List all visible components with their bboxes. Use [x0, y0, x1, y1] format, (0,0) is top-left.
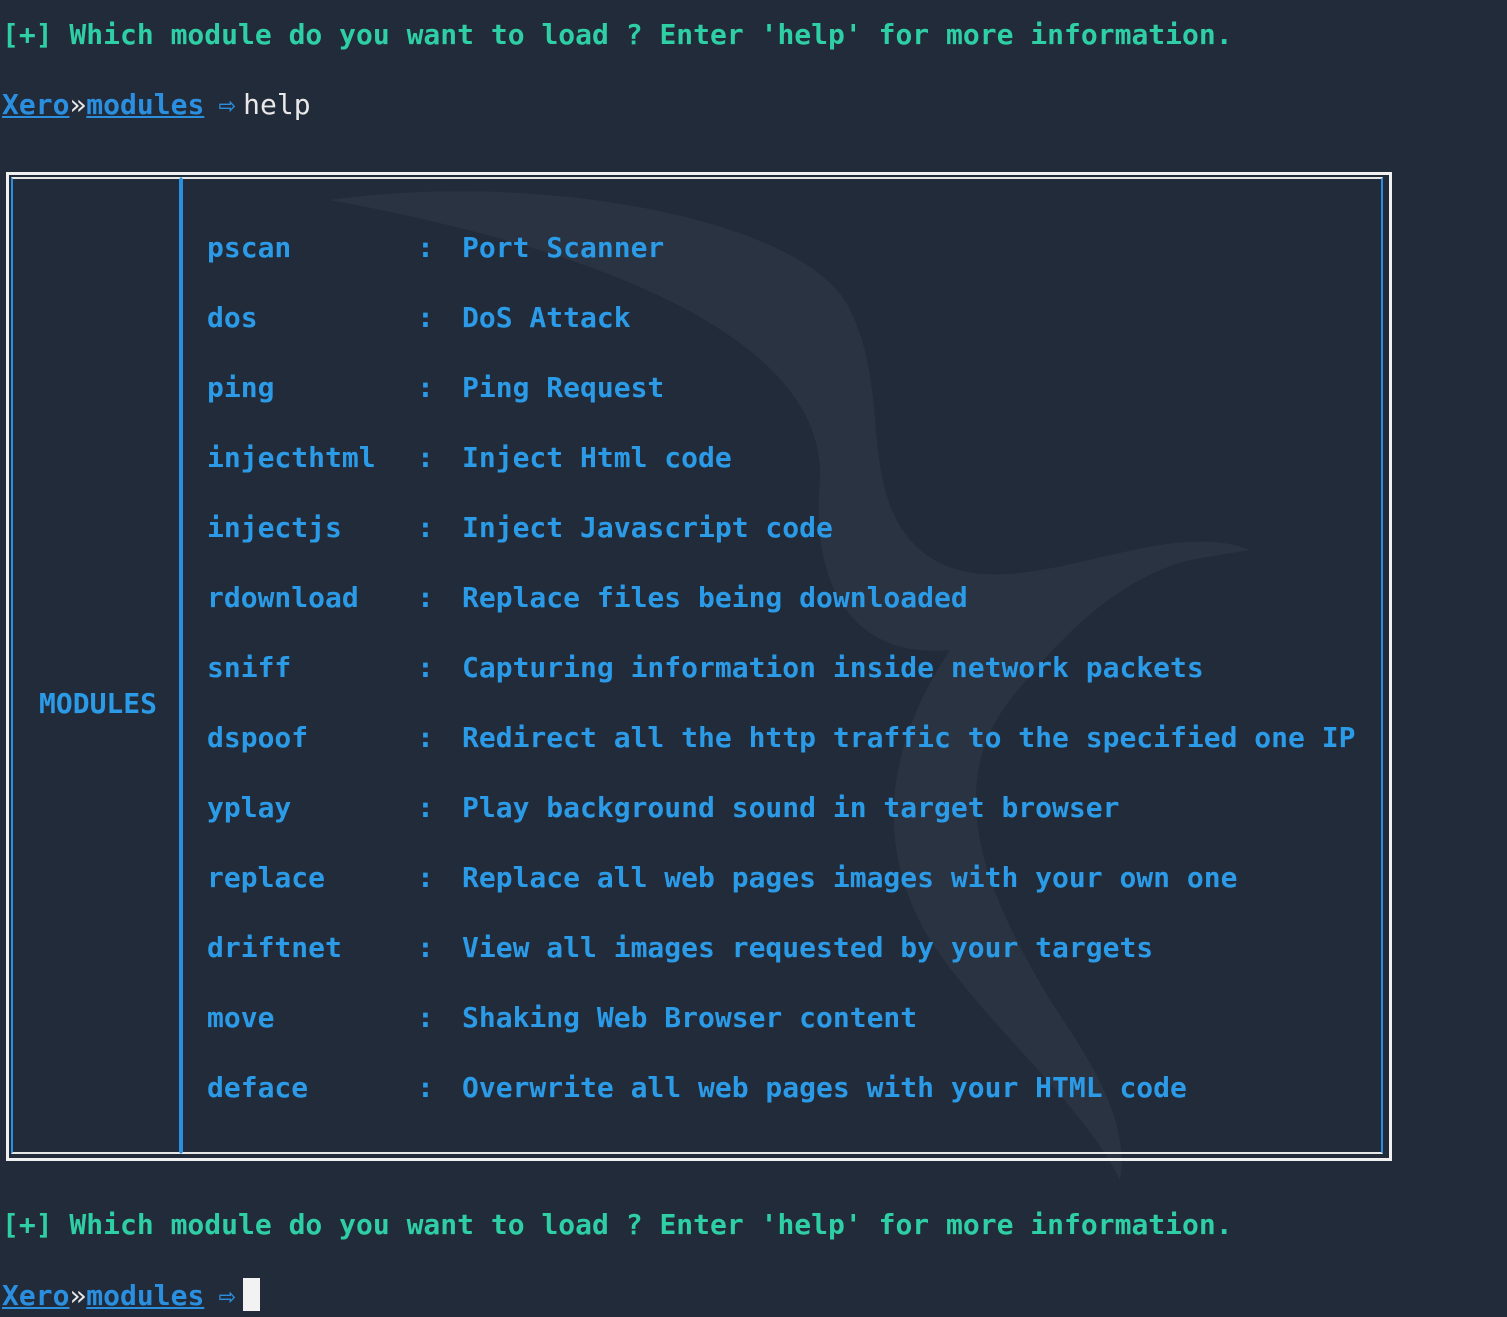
- module-name: ping: [207, 371, 275, 404]
- prompt-path: modules: [86, 88, 205, 121]
- module-name: driftnet: [207, 931, 342, 964]
- module-description: Inject Javascript code: [462, 511, 833, 544]
- module-separator: :: [417, 371, 434, 404]
- module-name: deface: [207, 1071, 309, 1104]
- module-description: Replace all web pages images with your o…: [462, 861, 1238, 894]
- terminal-cursor[interactable]: [243, 1278, 261, 1311]
- module-description: Replace files being downloaded: [462, 581, 968, 614]
- module-separator: :: [417, 651, 434, 684]
- module-name: dspoof: [207, 721, 309, 754]
- prompt-line-2[interactable]: Xero»modules ⇨: [2, 1278, 261, 1313]
- module-separator: :: [417, 791, 434, 824]
- module-separator: :: [417, 581, 434, 614]
- module-name: sniff: [207, 651, 292, 684]
- module-separator: :: [417, 721, 434, 754]
- modules-side-panel: MODULES: [11, 177, 181, 1154]
- module-name: replace: [207, 861, 326, 894]
- prompt-arrow-icon: ⇨: [218, 88, 236, 121]
- module-description: Redirect all the http traffic to the spe…: [462, 721, 1356, 754]
- module-separator: :: [417, 301, 434, 334]
- module-separator: :: [417, 931, 434, 964]
- command-text: help: [243, 88, 311, 121]
- module-separator: :: [417, 1001, 434, 1034]
- info-message-1: [+] Which module do you want to load ? E…: [2, 18, 1233, 51]
- module-separator: :: [417, 1071, 434, 1104]
- prompt-separator: »: [69, 1279, 87, 1312]
- module-name: move: [207, 1001, 275, 1034]
- module-separator: :: [417, 511, 434, 544]
- module-description: Overwrite all web pages with your HTML c…: [462, 1071, 1187, 1104]
- module-name: pscan: [207, 231, 292, 264]
- prompt-host: Xero: [2, 88, 70, 121]
- module-separator: :: [417, 441, 434, 474]
- prompt-host: Xero: [2, 1279, 70, 1312]
- prompt-arrow-icon: ⇨: [218, 1279, 236, 1312]
- module-description: Port Scanner: [462, 231, 665, 264]
- module-name: injectjs: [207, 511, 342, 544]
- terminal-window[interactable]: [+] Which module do you want to load ? E…: [0, 0, 1507, 1317]
- module-description: Play background sound in target browser: [462, 791, 1120, 824]
- prompt-separator: »: [69, 88, 87, 121]
- module-name: rdownload: [207, 581, 359, 614]
- module-description: Ping Request: [462, 371, 665, 404]
- modules-list-panel: pscan: Port Scanner dos: DoS Attack ping: Pin…: [181, 177, 1383, 1154]
- module-description: Inject Html code: [462, 441, 732, 474]
- prompt-path: modules: [86, 1279, 205, 1312]
- module-description: Shaking Web Browser content: [462, 1001, 918, 1034]
- prompt-line-1: Xero»modules ⇨ help: [2, 88, 311, 122]
- module-name: dos: [207, 301, 258, 334]
- modules-label: MODULES: [39, 687, 158, 720]
- module-description: Capturing information inside network pac…: [462, 651, 1204, 684]
- module-separator: :: [417, 861, 434, 894]
- module-name: injecthtml: [207, 441, 376, 474]
- modules-help-box: MODULES pscan: Port Scanner dos: DoS Attack…: [6, 172, 1392, 1161]
- module-description: DoS Attack: [462, 301, 631, 334]
- module-separator: :: [417, 231, 434, 264]
- module-name: yplay: [207, 791, 292, 824]
- module-description: View all images requested by your target…: [462, 931, 1154, 964]
- info-message-2: [+] Which module do you want to load ? E…: [2, 1208, 1233, 1241]
